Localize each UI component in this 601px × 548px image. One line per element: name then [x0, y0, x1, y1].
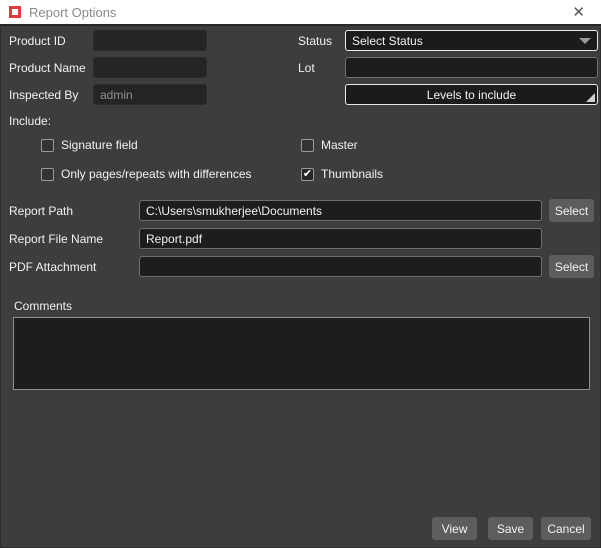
comments-label: Comments: [14, 299, 72, 313]
status-dropdown-value: Select Status: [352, 34, 423, 48]
product-name-input[interactable]: [93, 57, 207, 78]
report-file-name-input[interactable]: [139, 228, 542, 249]
checkbox-icon: [41, 139, 54, 152]
report-path-label: Report Path: [9, 204, 73, 218]
checkbox-checked-icon: ✔: [301, 168, 314, 181]
pdf-attachment-select-button[interactable]: Select: [549, 255, 594, 278]
inspected-by-input[interactable]: [93, 84, 207, 105]
app-logo-icon: [9, 6, 21, 18]
cancel-button[interactable]: Cancel: [541, 517, 591, 540]
report-path-input[interactable]: [139, 200, 542, 221]
pdf-attachment-input[interactable]: [139, 256, 542, 277]
view-button[interactable]: View: [432, 517, 477, 540]
inspected-by-label: Inspected By: [9, 88, 78, 102]
report-path-select-button[interactable]: Select: [549, 199, 594, 222]
levels-to-include-label: Levels to include: [427, 88, 516, 102]
checkbox-label: Only pages/repeats with differences: [61, 167, 252, 181]
comments-textarea[interactable]: [13, 317, 590, 390]
checkbox-label: Thumbnails: [321, 167, 383, 181]
status-dropdown[interactable]: Select Status: [345, 30, 598, 51]
checkbox-label: Signature field: [61, 138, 138, 152]
chevron-down-icon: [579, 38, 591, 44]
dialog-body: Product ID Status Select Status Product …: [0, 28, 601, 548]
checkbox-only-pages-repeats-with-differences[interactable]: Only pages/repeats with differences: [41, 167, 252, 181]
checkbox-master[interactable]: Master: [301, 138, 358, 152]
checkbox-thumbnails[interactable]: ✔ Thumbnails: [301, 167, 383, 181]
product-id-input[interactable]: [93, 30, 207, 51]
save-button[interactable]: Save: [488, 517, 533, 540]
report-file-name-label: Report File Name: [9, 232, 103, 246]
product-id-label: Product ID: [9, 34, 66, 48]
lot-label: Lot: [298, 61, 315, 75]
checkbox-icon: [41, 168, 54, 181]
checkbox-label: Master: [321, 138, 358, 152]
product-name-label: Product Name: [9, 61, 86, 75]
report-options-dialog: Report Options ✕ Product ID Status Selec…: [0, 0, 601, 548]
levels-to-include-button[interactable]: Levels to include: [345, 84, 598, 105]
checkbox-signature-field[interactable]: Signature field: [41, 138, 138, 152]
status-label: Status: [298, 34, 332, 48]
checkbox-icon: [301, 139, 314, 152]
corner-triangle-icon: [586, 93, 595, 102]
lot-input[interactable]: [345, 57, 598, 78]
close-icon[interactable]: ✕: [568, 3, 589, 22]
titlebar: Report Options ✕: [0, 0, 601, 26]
window-title: Report Options: [29, 5, 116, 20]
include-section-label: Include:: [9, 114, 51, 128]
pdf-attachment-label: PDF Attachment: [9, 260, 96, 274]
